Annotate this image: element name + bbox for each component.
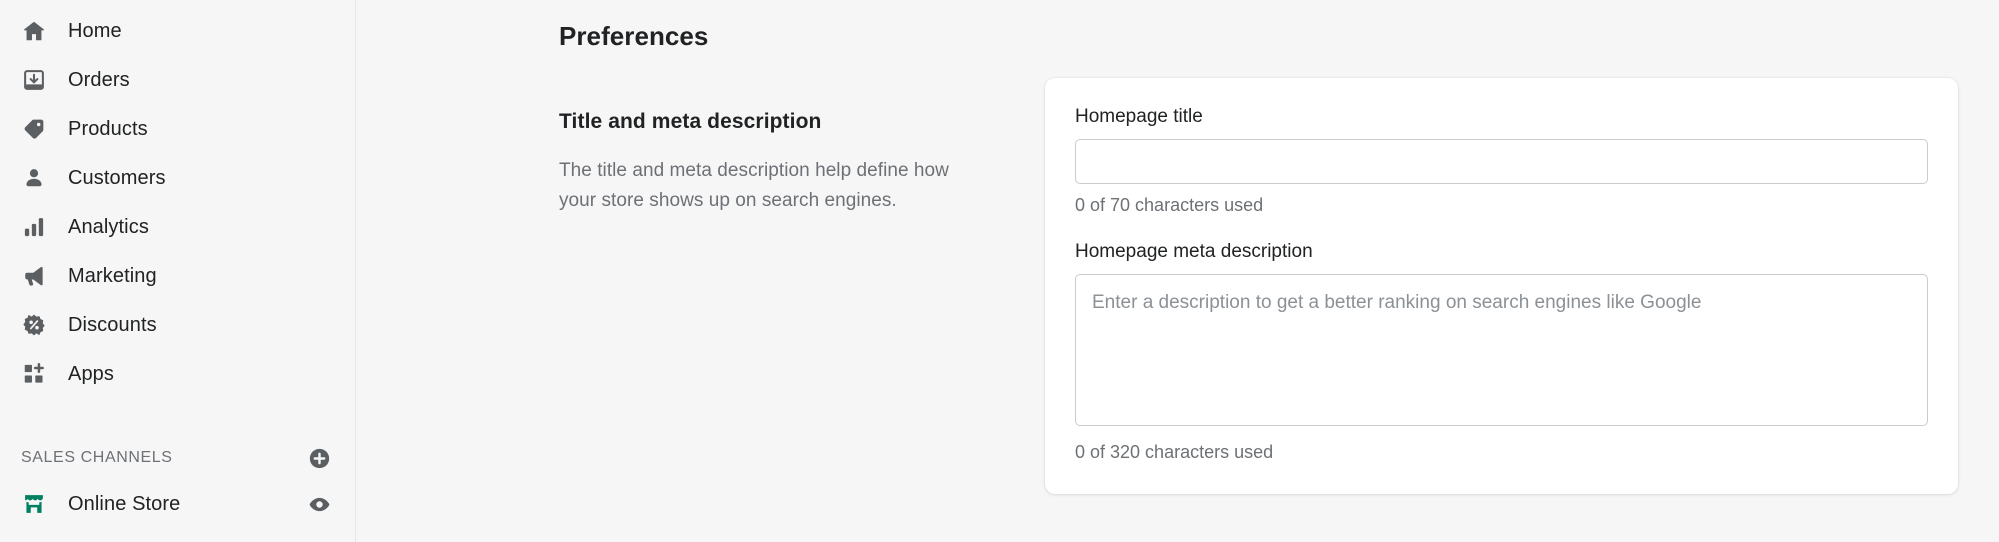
sidebar-item-orders[interactable]: Orders bbox=[0, 55, 347, 104]
sales-channels-title: SALES CHANNELS bbox=[21, 449, 173, 466]
online-store-icon bbox=[21, 491, 47, 517]
sidebar-item-discounts[interactable]: Discounts bbox=[0, 300, 347, 349]
settings-row: Title and meta description The title and… bbox=[559, 78, 1959, 494]
sidebar-item-apps[interactable]: Apps bbox=[0, 349, 347, 398]
page-title: Preferences bbox=[559, 21, 709, 51]
sidebar-item-label: Products bbox=[68, 117, 148, 140]
sidebar-item-products[interactable]: Products bbox=[0, 104, 347, 153]
home-icon bbox=[21, 18, 47, 44]
homepage-meta-description-textarea[interactable] bbox=[1075, 274, 1928, 426]
section-description: The title and meta description help defi… bbox=[559, 160, 949, 211]
homepage-title-character-count: 0 of 70 characters used bbox=[1075, 195, 1264, 215]
sidebar-item-label: Apps bbox=[68, 362, 114, 385]
section-annotation: Title and meta description The title and… bbox=[559, 78, 969, 216]
homepage-title-field-block: Homepage title 0 of 70 characters used bbox=[1075, 104, 1928, 217]
online-store-label-group: Online Store bbox=[21, 491, 180, 517]
app-root: Home Orders Products Customers Analytics… bbox=[0, 0, 1999, 542]
sidebar-item-label: Discounts bbox=[68, 313, 157, 336]
homepage-meta-description-field-block: Homepage meta description 0 of 320 chara… bbox=[1075, 239, 1928, 464]
section-heading: Title and meta description bbox=[559, 110, 822, 133]
sidebar-item-customers[interactable]: Customers bbox=[0, 153, 347, 202]
main-content: Preferences Title and meta description T… bbox=[356, 0, 1999, 542]
seo-preferences-card: Homepage title 0 of 70 characters used H… bbox=[1045, 78, 1958, 494]
sidebar-nav-list: Home Orders Products Customers Analytics… bbox=[0, 6, 355, 398]
sidebar-item-online-store[interactable]: Online Store bbox=[0, 480, 355, 528]
sidebar-item-label: Customers bbox=[68, 166, 166, 189]
products-tag-icon bbox=[21, 116, 47, 142]
homepage-meta-description-label: Homepage meta description bbox=[1075, 241, 1313, 262]
apps-grid-plus-icon bbox=[21, 361, 47, 387]
sidebar-item-label: Home bbox=[68, 19, 122, 42]
homepage-title-label: Homepage title bbox=[1075, 106, 1203, 127]
sidebar-item-marketing[interactable]: Marketing bbox=[0, 251, 347, 300]
marketing-megaphone-icon bbox=[21, 263, 47, 289]
circle-plus-icon[interactable] bbox=[307, 446, 331, 470]
sidebar-item-analytics[interactable]: Analytics bbox=[0, 202, 347, 251]
analytics-bars-icon bbox=[21, 214, 47, 240]
orders-icon bbox=[21, 67, 47, 93]
customers-person-icon bbox=[21, 165, 47, 191]
sidebar-item-label: Online Store bbox=[68, 493, 181, 515]
sidebar: Home Orders Products Customers Analytics… bbox=[0, 0, 356, 542]
sidebar-item-label: Analytics bbox=[68, 215, 149, 238]
discounts-percent-icon bbox=[21, 312, 47, 338]
homepage-title-input[interactable] bbox=[1075, 139, 1928, 184]
eye-icon[interactable] bbox=[307, 492, 331, 516]
sidebar-item-home[interactable]: Home bbox=[0, 6, 347, 55]
homepage-meta-description-character-count: 0 of 320 characters used bbox=[1075, 442, 1274, 462]
sales-channels-header: SALES CHANNELS bbox=[0, 436, 355, 480]
sidebar-item-label: Orders bbox=[68, 68, 130, 91]
sidebar-item-label: Marketing bbox=[68, 264, 157, 287]
